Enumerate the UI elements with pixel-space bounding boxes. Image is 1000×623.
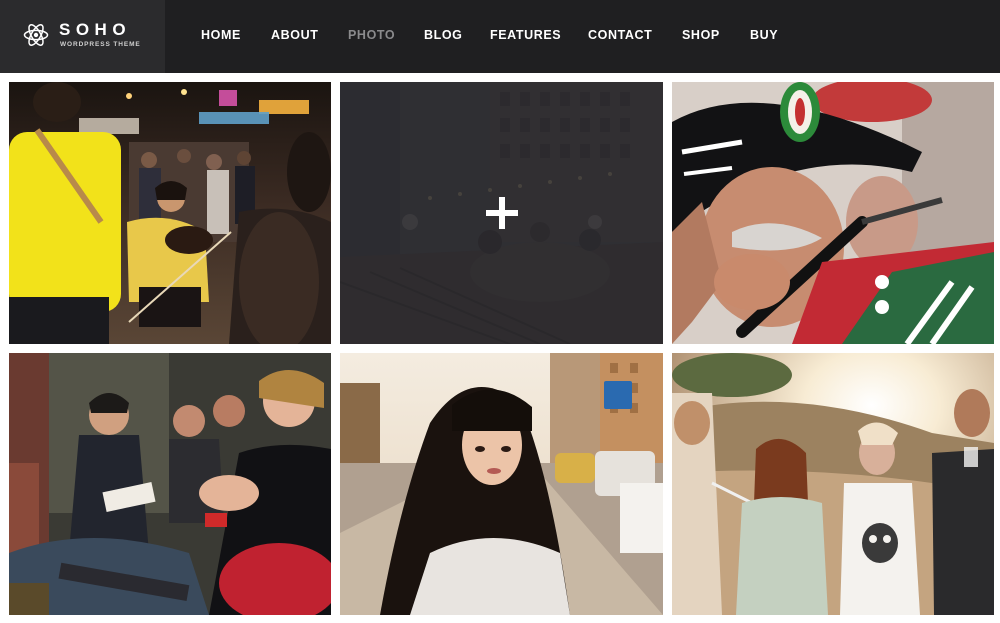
- conference-audience-photo: [9, 353, 331, 615]
- gallery-photo-street-market[interactable]: [9, 82, 331, 344]
- nav-shop[interactable]: SHOP: [682, 27, 720, 43]
- gallery-photo-conference[interactable]: [9, 353, 331, 615]
- gallery-photo-fife-player[interactable]: [672, 82, 994, 344]
- gallery-photo-rooftop-dinner[interactable]: [340, 82, 663, 344]
- nav-buy[interactable]: BUY: [750, 27, 778, 43]
- street-market-violinist-photo: [9, 82, 331, 344]
- friends-sunset-photo: [672, 353, 994, 615]
- atom-icon: [23, 24, 49, 46]
- nav-home[interactable]: HOME: [201, 27, 241, 43]
- gallery-photo-friends-sunset[interactable]: [672, 353, 994, 615]
- woman-portrait-street-photo: [340, 353, 663, 615]
- logo[interactable]: SOHO WORDPRESS THEME: [0, 0, 165, 73]
- fife-player-soldier-photo: [672, 82, 994, 344]
- plus-icon[interactable]: [485, 197, 518, 229]
- logo-subtitle: WORDPRESS THEME: [60, 41, 141, 48]
- nav-blog[interactable]: BLOG: [424, 27, 463, 43]
- nav-about[interactable]: ABOUT: [271, 27, 318, 43]
- nav-contact[interactable]: CONTACT: [588, 27, 652, 43]
- nav-photo[interactable]: PHOTO: [348, 27, 395, 43]
- site-header: SOHO WORDPRESS THEME HOME ABOUT PHOTO BL…: [0, 0, 1000, 73]
- nav-features[interactable]: FEATURES: [490, 27, 561, 43]
- gallery-photo-woman-portrait[interactable]: [340, 353, 663, 615]
- logo-title: SOHO: [59, 20, 132, 39]
